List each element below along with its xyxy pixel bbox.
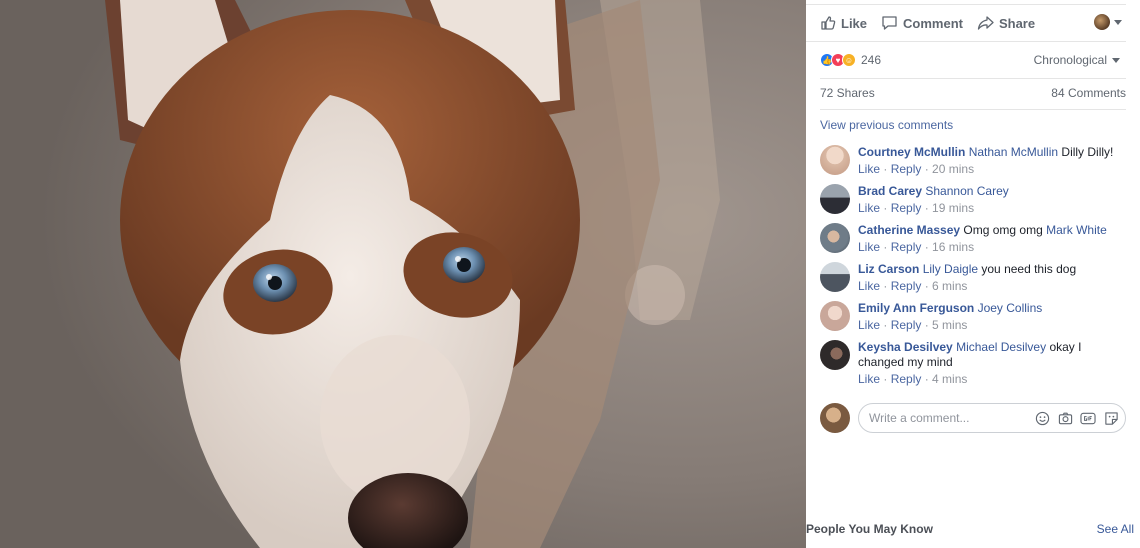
divider: [820, 78, 1126, 79]
reaction-count[interactable]: 246: [861, 53, 881, 67]
tagged-user[interactable]: Mark White: [1046, 223, 1107, 237]
chevron-down-icon: [1112, 57, 1120, 63]
comments-count[interactable]: 84 Comments: [1051, 86, 1126, 102]
comment-author[interactable]: Keysha Desilvey: [858, 340, 953, 354]
separator: ·: [880, 201, 891, 215]
comment-author[interactable]: Catherine Massey: [858, 223, 960, 237]
separator: ·: [921, 240, 933, 254]
comment-like-link[interactable]: Like: [858, 318, 880, 332]
comment-reply-link[interactable]: Reply: [891, 240, 922, 254]
comment-item: Liz Carson Lily Daigle you need this dog…: [820, 262, 1126, 294]
comment-time[interactable]: 5 mins: [932, 318, 967, 332]
comment-reply-link[interactable]: Reply: [891, 372, 922, 386]
shares-count[interactable]: 72 Shares: [820, 86, 875, 102]
view-previous-comments-link[interactable]: View previous comments: [820, 118, 953, 132]
comment-item: Keysha Desilvey Michael Desilvey okay I …: [820, 340, 1126, 387]
comment-composer: [820, 402, 1126, 434]
gif-icon[interactable]: [1080, 410, 1096, 426]
avatar[interactable]: [820, 301, 850, 331]
comment-box: [858, 403, 1126, 433]
camera-icon[interactable]: [1057, 410, 1073, 426]
post-as-selector[interactable]: [1094, 14, 1122, 30]
tagged-user[interactable]: Joey Collins: [978, 301, 1043, 315]
comment-reply-link[interactable]: Reply: [891, 318, 922, 332]
chevron-down-icon: [1114, 19, 1122, 25]
post-stats: 72 Shares 84 Comments: [820, 86, 1126, 102]
separator: ·: [880, 279, 891, 293]
comment-like-link[interactable]: Like: [858, 162, 880, 176]
post-photo[interactable]: [0, 0, 806, 548]
comment-label: Comment: [903, 15, 963, 31]
section-title: People You May Know: [806, 522, 933, 536]
separator: ·: [921, 201, 933, 215]
husky-photo-illustration: [0, 0, 806, 548]
like-button[interactable]: Like: [820, 15, 867, 31]
comment-time[interactable]: 20 mins: [932, 162, 974, 176]
comment-like-link[interactable]: Like: [858, 201, 880, 215]
comment-reply-link[interactable]: Reply: [891, 279, 922, 293]
sticker-icon[interactable]: [1103, 410, 1119, 426]
avatar[interactable]: [820, 262, 850, 292]
avatar[interactable]: [820, 223, 850, 253]
separator: ·: [880, 372, 891, 386]
comment-time[interactable]: 16 mins: [932, 240, 974, 254]
comment-reply-link[interactable]: Reply: [891, 201, 922, 215]
share-button[interactable]: Share: [977, 15, 1035, 31]
avatar[interactable]: [820, 340, 850, 370]
comment-like-link[interactable]: Like: [858, 240, 880, 254]
comment-time[interactable]: 19 mins: [932, 201, 974, 215]
people-you-may-know-header: People You May Know See All: [806, 522, 1140, 540]
share-label: Share: [998, 15, 1036, 31]
emoji-icon[interactable]: [1034, 410, 1050, 426]
avatar: [1094, 14, 1110, 30]
thumbs-up-icon: [821, 16, 836, 30]
separator: ·: [921, 162, 933, 176]
separator: ·: [921, 279, 933, 293]
comment-like-link[interactable]: Like: [858, 372, 880, 386]
comment-text: you need this dog: [978, 262, 1077, 276]
share-arrow-icon: [977, 16, 994, 30]
separator: ·: [880, 162, 891, 176]
tagged-user[interactable]: Michael Desilvey: [956, 340, 1046, 354]
tagged-user[interactable]: Nathan McMullin: [969, 145, 1058, 159]
like-label: Like: [841, 15, 868, 31]
tagged-user[interactable]: Shannon Carey: [925, 184, 1008, 198]
comment-time[interactable]: 6 mins: [932, 279, 967, 293]
separator: ·: [880, 318, 891, 332]
comment-reply-link[interactable]: Reply: [891, 162, 922, 176]
comment-time[interactable]: 4 mins: [932, 372, 967, 386]
comment-item: Emily Ann Ferguson Joey Collins Like · R…: [820, 301, 1126, 333]
comment-item: Courtney McMullin Nathan McMullin Dilly …: [820, 145, 1126, 177]
reactions-row: 👍 ♥ ☺ 246 Chronological: [820, 50, 1126, 70]
comment-author[interactable]: Brad Carey: [858, 184, 922, 198]
comment-item: Catherine Massey Omg omg omg Mark White …: [820, 223, 1126, 255]
avatar[interactable]: [820, 184, 850, 214]
comment-text: Dilly Dilly!: [1058, 145, 1114, 159]
sort-label: Chronological: [1033, 53, 1107, 67]
separator: ·: [921, 372, 933, 386]
comments-panel: Like Comment Share 👍 ♥ ☺ 246 Chronologic…: [806, 0, 1140, 548]
comment-input[interactable]: [869, 411, 1027, 425]
comment-sort-dropdown[interactable]: Chronological: [1034, 53, 1120, 67]
tagged-user[interactable]: Lily Daigle: [923, 262, 978, 276]
comment-like-link[interactable]: Like: [858, 279, 880, 293]
comment-item: Brad Carey Shannon Carey Like · Reply · …: [820, 184, 1126, 216]
avatar[interactable]: [820, 145, 850, 175]
comment-bubble-icon: [882, 16, 897, 30]
haha-reaction-icon[interactable]: ☺: [842, 53, 856, 67]
comment-author[interactable]: Liz Carson: [858, 262, 919, 276]
see-all-link[interactable]: See All: [1097, 522, 1134, 540]
comment-author[interactable]: Emily Ann Ferguson: [858, 301, 974, 315]
post-actions-bar: Like Comment Share: [806, 4, 1126, 42]
separator: ·: [921, 318, 933, 332]
comment-text: Omg omg omg: [960, 223, 1047, 237]
separator: ·: [880, 240, 891, 254]
comment-button[interactable]: Comment: [881, 15, 963, 31]
avatar[interactable]: [820, 403, 850, 433]
comment-author[interactable]: Courtney McMullin: [858, 145, 965, 159]
divider: [820, 109, 1126, 110]
